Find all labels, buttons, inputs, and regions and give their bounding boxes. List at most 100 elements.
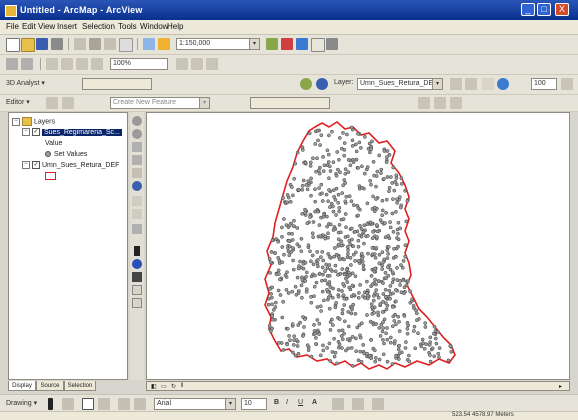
refresh-icon[interactable] (561, 78, 573, 90)
menu-window[interactable]: Window (140, 22, 168, 31)
polygon-symbol-icon[interactable] (45, 172, 56, 181)
pan-icon[interactable] (46, 58, 58, 70)
pan-hand-icon[interactable] (132, 168, 142, 178)
layout-zoom-combo[interactable]: 100% (110, 58, 168, 70)
new-document-icon[interactable] (6, 38, 20, 52)
collapse-icon[interactable]: − (22, 128, 30, 137)
identify-icon[interactable] (132, 259, 142, 269)
font-size-combo[interactable]: 10 (241, 398, 267, 410)
bold-button[interactable]: B (274, 399, 279, 406)
analyst-layer-combo[interactable] (82, 78, 152, 90)
navigate-icon[interactable] (316, 78, 328, 90)
pause-drawing-icon[interactable]: ‖ (181, 383, 183, 389)
rectangle-tool-icon[interactable] (82, 398, 94, 410)
undo-icon[interactable] (143, 38, 155, 50)
drawing-menu[interactable]: Drawing ▾ (6, 399, 37, 407)
target-combo[interactable] (250, 97, 330, 109)
chevron-down-icon[interactable]: ▾ (225, 399, 235, 409)
measure-icon[interactable] (132, 285, 142, 295)
fixed-zoom-out-icon[interactable] (132, 155, 142, 165)
maximize-button[interactable]: □ (537, 3, 551, 16)
toc-layer1-label[interactable]: Sues_Regimarena_Sc... (42, 129, 122, 136)
add-data-icon[interactable] (158, 38, 170, 50)
marker-color-icon[interactable] (372, 398, 384, 410)
paste-icon[interactable] (104, 38, 116, 50)
rotate-element-icon[interactable] (62, 398, 74, 410)
help-icon[interactable] (326, 38, 338, 50)
tab-display[interactable]: Display (8, 381, 36, 391)
layout-view-icon[interactable]: ▭ (161, 383, 167, 390)
open-folder-icon[interactable] (21, 38, 35, 52)
fixed-zoom-in-icon[interactable] (132, 142, 142, 152)
globe-icon[interactable] (300, 78, 312, 90)
attributes-icon[interactable] (418, 97, 430, 109)
rotate-tool-icon[interactable] (450, 97, 462, 109)
italic-button[interactable]: I (286, 399, 288, 406)
select-features-icon[interactable] (176, 58, 188, 70)
steepest-path-icon[interactable] (465, 78, 477, 90)
view-3d-icon[interactable] (497, 78, 509, 90)
scroll-right-icon[interactable]: ▸ (559, 383, 562, 390)
cut-icon[interactable] (74, 38, 86, 50)
zoom-in-icon[interactable] (132, 116, 142, 126)
font-name-combo[interactable]: Arial ▾ (154, 398, 236, 410)
select-elements-icon[interactable] (132, 224, 142, 234)
menu-tools[interactable]: Tools (118, 22, 137, 31)
copy-icon[interactable] (89, 38, 101, 50)
3d-analyst-menu[interactable]: 3D Analyst ▾ (6, 79, 45, 87)
identify-icon[interactable] (206, 58, 218, 70)
hyperlink-icon[interactable] (132, 298, 142, 308)
model-builder-icon[interactable] (311, 38, 325, 52)
line-color-icon[interactable] (352, 398, 364, 410)
active-layer-combo[interactable]: Umn_Sues_Retura_DEF ▾ (357, 78, 443, 90)
split-tool-icon[interactable] (434, 97, 446, 109)
command-line-icon[interactable] (296, 38, 308, 50)
fill-color-icon[interactable] (332, 398, 344, 410)
editor-toolbar-icon[interactable] (266, 38, 278, 50)
edit-tool-icon[interactable] (46, 97, 58, 109)
select-pointer-icon[interactable] (134, 246, 140, 256)
editor-menu[interactable]: Editor ▾ (6, 98, 30, 106)
menu-view[interactable]: View (38, 22, 55, 31)
map-canvas[interactable] (147, 113, 570, 380)
contour-icon[interactable] (450, 78, 462, 90)
toc-layer2-row[interactable]: − ✓ Umn_Sues_Retura_DEF (22, 161, 119, 171)
full-extent-icon[interactable] (61, 58, 73, 70)
chevron-down-icon[interactable]: ▾ (432, 79, 442, 89)
layer-visibility-checkbox[interactable]: ✓ (32, 128, 40, 137)
data-view-icon[interactable]: ◧ (151, 383, 157, 390)
menu-help[interactable]: Help (167, 22, 183, 31)
close-button[interactable]: X (555, 3, 569, 16)
next-extent-icon[interactable] (132, 209, 142, 219)
chevron-down-icon[interactable]: ▾ (199, 98, 209, 108)
find-binoculars-icon[interactable] (132, 272, 142, 282)
zoom-out-icon[interactable] (132, 129, 142, 139)
save-icon[interactable] (36, 38, 48, 50)
back-extent-icon[interactable] (76, 58, 88, 70)
underline-button[interactable]: U (298, 399, 303, 406)
clear-selection-icon[interactable] (191, 58, 203, 70)
map-display[interactable] (146, 112, 570, 380)
full-extent-globe-icon[interactable] (132, 181, 142, 191)
chevron-down-icon[interactable]: ▾ (249, 39, 259, 49)
toc-layer1-row[interactable]: − ✓ Sues_Regimarena_Sc... (22, 128, 122, 138)
text-tool-icon[interactable] (98, 398, 110, 410)
arctoolbox-icon[interactable] (281, 38, 293, 50)
tab-source[interactable]: Source (36, 381, 64, 391)
line-of-sight-icon[interactable] (482, 78, 494, 90)
edit-vertices-icon[interactable] (134, 398, 146, 410)
map-scale-combo[interactable]: 1:150,000 ▾ (176, 38, 260, 50)
collapse-icon[interactable]: − (12, 117, 20, 126)
layer-visibility-checkbox[interactable]: ✓ (32, 161, 40, 170)
minimize-button[interactable]: _ (521, 3, 535, 16)
toc-layer2-label[interactable]: Umn_Sues_Retura_DEF (42, 162, 119, 169)
delete-icon[interactable] (119, 38, 133, 52)
menu-selection[interactable]: Selection (82, 22, 115, 31)
menu-insert[interactable]: Insert (57, 22, 77, 31)
refresh-view-icon[interactable]: ↻ (171, 383, 176, 390)
callout-tool-icon[interactable] (118, 398, 130, 410)
menu-file[interactable]: File (6, 22, 19, 31)
forward-extent-icon[interactable] (91, 58, 103, 70)
font-color-button[interactable]: A (312, 399, 317, 406)
zoom-percent-combo[interactable]: 100 (531, 78, 557, 90)
